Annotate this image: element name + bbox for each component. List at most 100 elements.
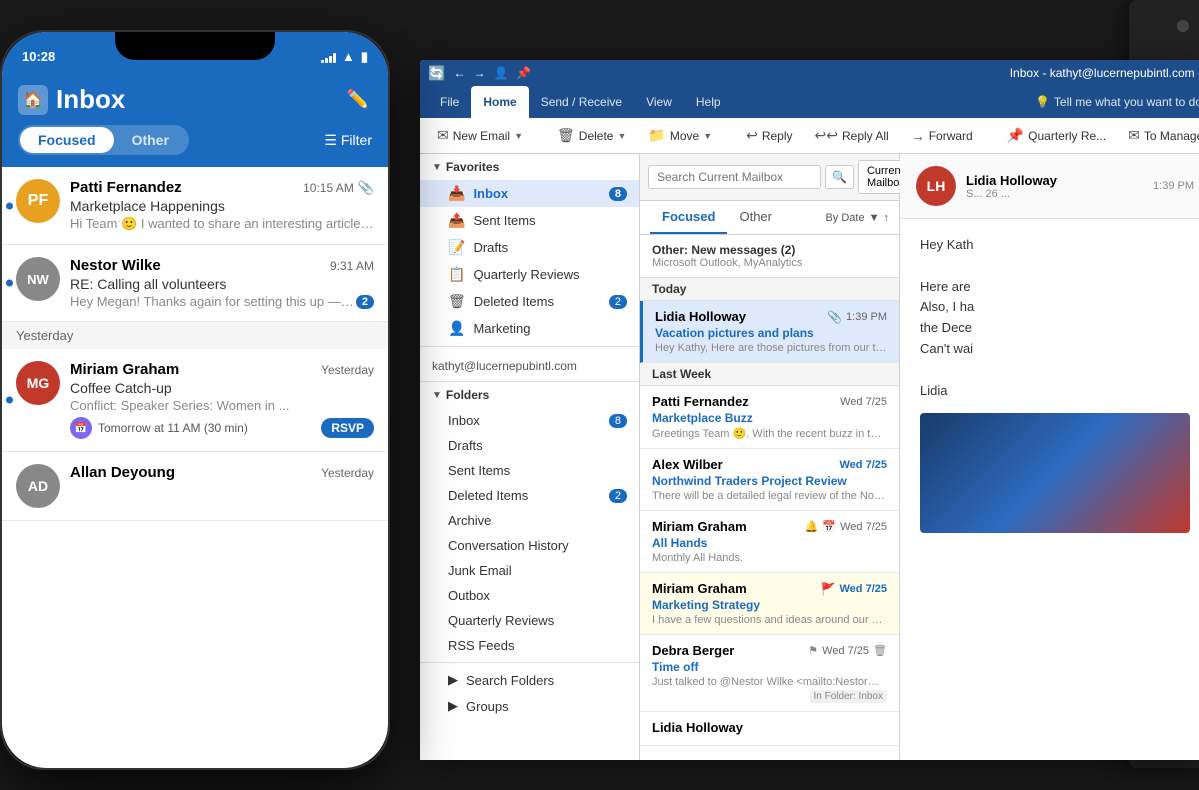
nav-item-marketing[interactable]: 👤 Marketing [420,315,639,342]
phone-email-item-nestor[interactable]: NW Nestor Wilke 9:31 AM RE: Calling all … [2,245,388,322]
phone-time-miriam: Yesterday [321,363,374,377]
eli-header-lidia-bottom: Lidia Holloway [652,720,887,735]
analytics-banner[interactable]: Other: New messages (2) Microsoft Outloo… [640,235,899,278]
tell-me-box[interactable]: 💡 Tell me what you want to do [1035,95,1199,109]
phone-header: 🏠 Inbox ✏️ Focused Other ☰ Filter [2,76,388,167]
email-item-patti-lw[interactable]: Patti Fernandez Wed 7/25 Marketplace Buz… [640,386,899,449]
email-item-alex-lw[interactable]: Alex Wilber Wed 7/25 Northwind Traders P… [640,449,899,511]
reading-pane-content: Hey Kath Here are Also, I ha the Dece Ca… [900,219,1199,760]
nav-item-inbox-favorites[interactable]: 📥 Inbox 8 [420,180,639,207]
reading-sender-email: S... 26 ... [966,188,1143,200]
fo-tab-other[interactable]: Other [727,201,784,234]
phone-time-patti: 10:15 AM [303,181,354,195]
nav-folder-drafts[interactable]: Drafts [420,433,639,458]
compose-email-address: kathyt@lucernepubintl.com [432,359,577,373]
nav-sent-label: Sent Items [473,213,535,228]
phone-avatar-miriam: MG [16,361,60,405]
sort-direction[interactable]: ↑ [884,212,890,224]
eli-time-patti-lw: Wed 7/25 [840,396,887,408]
phone-email-content-miriam: Miriam Graham Yesterday Coffee Catch-up … [70,361,374,439]
nav-folder-rss[interactable]: RSS Feeds [420,633,639,658]
eli-time-miriam-ah: Wed 7/25 [840,521,887,533]
phone-tabs: Focused Other ☰ Filter [18,125,372,155]
phone-email-item-patti[interactable]: PF Patti Fernandez 10:15 AM 📎 Marketplac… [2,167,388,245]
nav-folder-sent[interactable]: Sent Items [420,458,639,483]
phone-tab-other[interactable]: Other [114,127,187,153]
reply-all-label: Reply All [842,129,889,143]
nav-folder-quarterly[interactable]: Quarterly Reviews [420,608,639,633]
nav-groups[interactable]: ▶ Groups [420,693,639,719]
eli-icons-miriam-ah: 🔔 📅 Wed 7/25 [805,520,887,533]
nav-folder-conversation[interactable]: Conversation History [420,533,639,558]
nav-folder-deleted[interactable]: Deleted Items 2 [420,483,639,508]
move-button[interactable]: 📁 Move ▼ [639,122,721,149]
nav-quarterly-label: Quarterly Reviews [473,267,579,282]
phone-email-item-allan[interactable]: AD Allan Deyoung Yesterday [2,452,388,521]
nav-item-sent[interactable]: 📤 Sent Items [420,207,639,234]
delete-dropdown[interactable]: ▼ [617,131,626,141]
nav-search-folders[interactable]: ▶ Search Folders [420,667,639,693]
folder-outbox-label: Outbox [448,588,490,603]
nav-folder-inbox[interactable]: Inbox 8 [420,408,639,433]
nav-item-deleted[interactable]: 🗑 Deleted Items 2 [420,288,639,315]
phone-email-list: PF Patti Fernandez 10:15 AM 📎 Marketplac… [2,167,388,521]
phone-focused-other-tabs: Focused Other [18,125,189,155]
sort-label: By Date [825,212,864,224]
phone-compose-button[interactable]: ✏️ [344,86,372,114]
ribbon-tab-view[interactable]: View [634,86,684,118]
email-search-button[interactable]: 🔍 [825,165,854,189]
ribbon-tab-help[interactable]: Help [684,86,733,118]
nav-folder-junk[interactable]: Junk Email [420,558,639,583]
email-item-miriam-marketing[interactable]: Miriam Graham 🚩 Wed 7/25 Marketing Strat… [640,573,899,635]
move-dropdown[interactable]: ▼ [703,131,712,141]
outlook-title: Inbox - kathyt@lucernepubintl.com - [1010,66,1199,80]
email-item-debra[interactable]: Debra Berger ⚑ Wed 7/25 🗑 Time off Just … [640,635,899,712]
favorites-section[interactable]: ▼ Favorites [420,154,639,180]
phone-sender-miriam: Miriam Graham [70,361,179,378]
nav-item-quarterly[interactable]: 📋 Quarterly Reviews [420,261,639,288]
titlebar-forward[interactable]: → [473,66,485,80]
nav-item-drafts[interactable]: 📝 Drafts [420,234,639,261]
titlebar-pin[interactable]: 📌 [516,66,531,80]
folder-quarterly-label: Quarterly Reviews [448,613,554,628]
quarterly-review-button[interactable]: 📌 Quarterly Re... [998,122,1115,149]
phone-subject-patti: Marketplace Happenings [70,198,374,214]
nav-folder-outbox[interactable]: Outbox [420,583,639,608]
phone-email-item-miriam[interactable]: MG Miriam Graham Yesterday Coffee Catch-… [2,349,388,452]
delete-button[interactable]: 🗑 Delete ▼ [548,122,635,149]
ribbon-tab-file[interactable]: File [428,86,471,118]
delete-icon-debra[interactable]: 🗑 [873,644,887,657]
reply-all-button[interactable]: ↩↩ Reply All [806,122,898,149]
titlebar-back[interactable]: ← [453,66,465,80]
new-email-button[interactable]: ✉ New Email ▼ [428,122,532,149]
fo-tab-focused[interactable]: Focused [650,201,727,234]
eli-sender-lidia-bottom: Lidia Holloway [652,720,743,735]
phone-rsvp-button[interactable]: RSVP [321,418,374,438]
phone-subject-miriam: Coffee Catch-up [70,380,374,396]
phone-filter-button[interactable]: ☰ Filter [324,132,372,149]
to-manager-label: To Manager [1144,129,1199,143]
email-list-panel: 🔍 Current Mailbox ▼ Focused Other By Dat… [640,154,900,760]
phone-email-content-patti: Patti Fernandez 10:15 AM 📎 Marketplace H… [70,179,374,232]
eli-subject-miriam-mkt: Marketing Strategy [652,598,887,612]
email-item-miriam-allhands[interactable]: Miriam Graham 🔔 📅 Wed 7/25 All Hands Mon… [640,511,899,573]
email-item-lidia-today[interactable]: Lidia Holloway 📎 1:39 PM Vacation pictur… [640,301,899,363]
ribbon-tab-send-receive[interactable]: Send / Receive [529,86,634,118]
email-search-input[interactable] [648,165,821,189]
new-email-dropdown[interactable]: ▼ [514,131,523,141]
sort-dropdown[interactable]: ▼ [869,212,880,224]
email-item-lidia-bottom[interactable]: Lidia Holloway [640,712,899,746]
eli-sender-patti-lw: Patti Fernandez [652,394,749,409]
phone-preview-patti: Hi Team 🙂 I wanted to share an interesti… [70,216,374,232]
phone-status-right: ▲ ▮ [321,49,368,65]
eli-header-miriam-ah: Miriam Graham 🔔 📅 Wed 7/25 [652,519,887,534]
nav-folder-archive[interactable]: Archive [420,508,639,533]
ribbon-tab-home[interactable]: Home [471,86,528,118]
forward-button[interactable]: → Forward [902,123,982,149]
compose-email-section: kathyt@lucernepubintl.com [420,351,639,382]
reply-icon: ↩ [746,127,758,144]
to-manager-button[interactable]: ✉ To Manager [1119,122,1199,149]
folders-section[interactable]: ▼ Folders [420,382,639,408]
reply-button[interactable]: ↩ Reply [737,122,801,149]
phone-tab-focused[interactable]: Focused [20,127,114,153]
